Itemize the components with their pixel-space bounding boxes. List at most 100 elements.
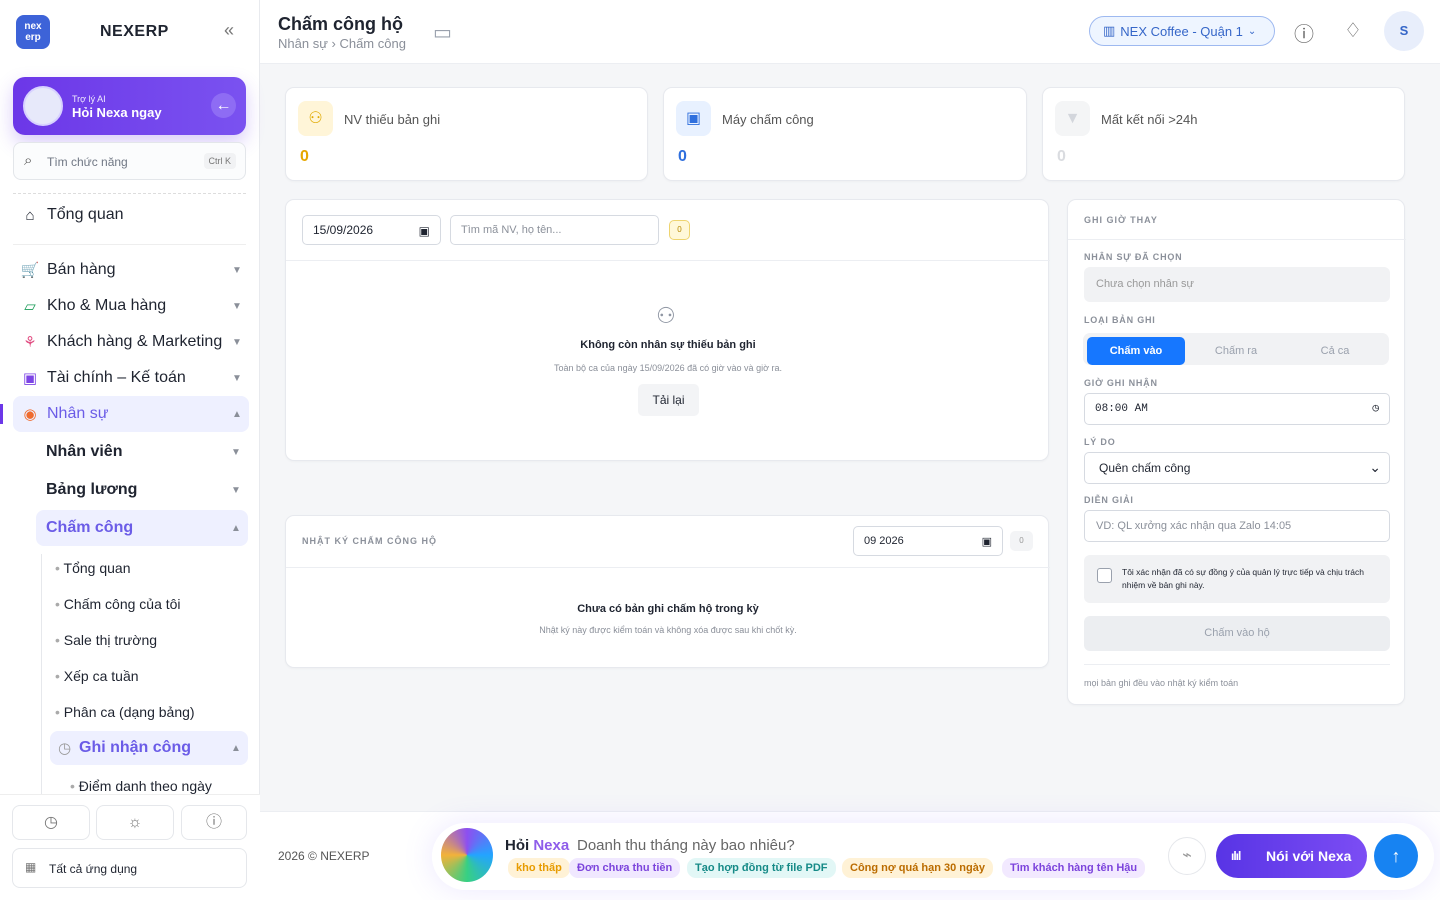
stat-value: 0 (1057, 148, 1066, 165)
sidebar-item-label: Kho & Mua hàng (47, 297, 167, 314)
devices-icon: ▣ (676, 101, 711, 136)
submenu-item-record-attendance[interactable]: ◷ Ghi nhận công ▲ (50, 731, 248, 765)
suggestion-chip[interactable]: Công nợ quá hạn 30 ngày (842, 858, 993, 878)
employee-search-input[interactable]: Tìm mã NV, họ tên... (450, 215, 659, 245)
sidebar-item-label: Tài chính – Kế toán (47, 369, 186, 386)
attach-icon[interactable]: ⌁ (1168, 837, 1206, 875)
audit-note: mọi bản ghi đều vào nhật ký kiểm toán (1084, 678, 1239, 688)
suggestion-chip[interactable]: Tìm khách hàng tên Hậu (1002, 858, 1146, 878)
sidebar-item-overview[interactable]: ⌂ Tổng quan (13, 197, 249, 233)
submit-button[interactable]: Chấm vào hộ (1084, 616, 1390, 651)
type-full-shift[interactable]: Cả ca (1286, 337, 1384, 365)
send-up-icon[interactable]: ↑ (1374, 834, 1418, 878)
date-picker[interactable]: 15/09/2026 ▣ (302, 215, 441, 245)
suggestion-chip[interactable]: kho thấp (508, 858, 570, 878)
alert-button[interactable]: ⓘ (181, 805, 247, 840)
chevron-down-icon: ⌄ (1247, 25, 1257, 37)
store-selector[interactable]: ▥ NEX Coffee - Quận 1 ⌄ (1089, 16, 1275, 46)
users-empty-icon: ⚇ (656, 303, 676, 328)
sidebar-item-label: Bảng lương (46, 481, 138, 498)
home-icon: ⌂ (25, 206, 35, 224)
assistant-title: Hỏi Nexa ngay (72, 105, 162, 120)
ask-nexa-card[interactable]: Trợ lý AI Hỏi Nexa ngay ← (13, 77, 246, 135)
month-picker[interactable]: 09 2026 ▣ (853, 526, 1003, 556)
function-search[interactable]: ⌕ Tìm chức năng Ctrl K (13, 142, 246, 180)
chevron-down-icon: ▼ (231, 446, 241, 458)
chevron-up-icon: ▲ (231, 522, 241, 534)
folder-icon[interactable]: ▭ (433, 20, 452, 45)
stat-label: Máy chấm công (722, 112, 814, 127)
person-badge-icon: ◉ (23, 406, 37, 423)
suggestion-chip[interactable]: Đơn chưa thu tiền (569, 858, 681, 878)
date-value: 15/09/2026 (313, 223, 374, 237)
sidebar-item-employees[interactable]: Nhân viên ▼ (36, 434, 248, 470)
empty-description: Nhật ký này được kiểm toán và không xóa … (539, 625, 797, 635)
consent-checkbox[interactable] (1097, 568, 1112, 583)
type-clock-in[interactable]: Chấm vào (1087, 337, 1185, 365)
reason-select[interactable]: Quên chấm công ⌄ (1084, 452, 1390, 484)
menu-separator (13, 244, 246, 245)
submenu-item-field-sales[interactable]: • Sale thị trường (55, 632, 157, 648)
user-avatar[interactable]: S (1384, 11, 1424, 51)
sidebar-divider (13, 193, 246, 194)
arrow-left-icon[interactable]: ← (211, 93, 236, 118)
calendar-icon: ▣ (418, 224, 430, 238)
submenu-item-daily-check[interactable]: • Điểm danh theo ngày (70, 778, 212, 794)
type-clock-out[interactable]: Chấm ra (1187, 337, 1285, 365)
sidebar-item-inventory[interactable]: ▱ Kho & Mua hàng ▼ (13, 288, 249, 324)
reason-value: Quên chấm công (1099, 461, 1191, 475)
collapse-sidebar-icon[interactable]: « (224, 20, 234, 41)
talk-label: Nói với Nexa (1266, 848, 1352, 864)
top-header: Chấm công hộ Nhân sự › Chấm công ▭ ▥ NEX … (260, 0, 1440, 64)
all-apps-button[interactable]: ▦ Tất cả ứng dụng (12, 848, 247, 888)
search-input[interactable]: Tìm chức năng (47, 155, 128, 169)
sidebar-item-label: Khách hàng & Marketing (47, 333, 223, 350)
history-button[interactable]: ◷ (12, 805, 90, 840)
breadcrumb[interactable]: Nhân sự › Chấm công (278, 36, 406, 51)
panel-divider (1068, 239, 1406, 240)
submenu-item-my-attendance[interactable]: • Chấm công của tôi (55, 596, 181, 612)
voice-wave-icon: ılıl (1231, 849, 1241, 863)
bell-icon[interactable]: ♢ (1344, 18, 1362, 43)
grid-icon: ▦ (25, 860, 37, 874)
selected-employee-field[interactable]: Chưa chọn nhân sự (1084, 267, 1390, 302)
sidebar-item-marketing[interactable]: ⚘ Khách hàng & Marketing ▼ (13, 324, 249, 360)
stat-value: 0 (678, 148, 687, 165)
manual-record-panel: GHI GIỜ THAY NHÂN SỰ ĐÃ CHỌN Chưa chọn n… (1067, 199, 1406, 705)
stat-card-missing-records: ⚇ NV thiếu bản ghi 0 (285, 87, 648, 181)
cart-icon: 🛒 (20, 262, 40, 279)
reload-button[interactable]: Tải lại (638, 384, 699, 416)
nexerp-logo: nex erp (16, 15, 50, 49)
sidebar-item-finance[interactable]: ▣ Tài chính – Kế toán ▼ (13, 360, 249, 396)
nexa-question-input[interactable]: Doanh thu tháng này bao nhiêu? (577, 837, 795, 854)
sidebar-item-hr[interactable]: ◉ Nhân sự ▲ (13, 396, 249, 432)
theme-button[interactable]: ☼ (96, 805, 174, 840)
brand-name: NEXERP (100, 23, 169, 40)
submenu-label: Tổng quan (63, 560, 131, 576)
note-input[interactable]: VD: QL xưởng xác nhận qua Zalo 14:05 (1084, 510, 1390, 542)
submenu-item-overview[interactable]: • Tổng quan (55, 560, 131, 576)
talk-to-nexa-button[interactable]: ılıl Nói với Nexa (1216, 834, 1367, 878)
chevron-up-icon: ▲ (231, 742, 241, 754)
calculator-icon: ▣ (22, 370, 38, 387)
stat-label: NV thiếu bản ghi (344, 112, 441, 127)
users-group-icon: ⚘ (23, 334, 37, 351)
submenu-item-weekly-shift[interactable]: • Xếp ca tuần (55, 668, 139, 684)
suggestion-chip[interactable]: Tạo hợp đồng từ file PDF (687, 858, 836, 878)
submenu-item-shift-table[interactable]: • Phân ca (dạng bảng) (55, 704, 195, 720)
journal-title: NHẬT KÝ CHẤM CÔNG HỘ (302, 536, 437, 546)
chevron-up-icon: ▲ (232, 408, 242, 420)
journal-count-badge: 0 (1010, 531, 1033, 551)
help-icon[interactable]: ⓘ (1294, 18, 1314, 47)
ask-label: Hỏi Nexa (505, 837, 569, 854)
store-icon: ▥ (1103, 23, 1116, 38)
time-input[interactable]: 08:00 AM ◷ (1084, 393, 1390, 425)
all-apps-label: Tất cả ứng dụng (49, 862, 138, 876)
panel-divider (1084, 664, 1390, 665)
sidebar-item-sales[interactable]: 🛒 Bán hàng ▼ (13, 252, 249, 288)
time-label: GIỜ GHI NHẬN (1084, 378, 1158, 388)
sidebar-item-attendance[interactable]: Chấm công ▲ (36, 510, 248, 546)
sidebar-item-payroll[interactable]: Bảng lương ▼ (36, 472, 248, 508)
calendar-icon: ▣ (981, 536, 992, 548)
nexa-robot-icon[interactable] (441, 828, 493, 882)
